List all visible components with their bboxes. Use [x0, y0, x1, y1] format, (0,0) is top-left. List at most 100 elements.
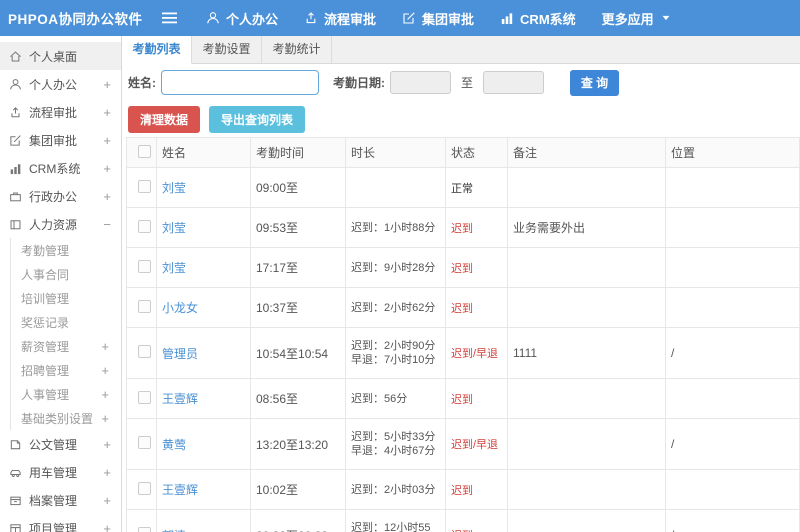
- caret-down-icon: [662, 15, 670, 21]
- row-checkbox[interactable]: [138, 299, 151, 313]
- sidebar-subitem-personnel-contract[interactable]: 人事合同: [11, 262, 121, 286]
- expand-icon[interactable]: +: [103, 522, 111, 532]
- expand-icon[interactable]: +: [103, 162, 111, 175]
- sidebar-subitem-label: 基础类别设置: [21, 411, 94, 426]
- sidebar-item-personal-office[interactable]: 个人办公 +: [0, 70, 121, 98]
- column-header-note: 备注: [507, 137, 666, 168]
- expand-icon[interactable]: +: [103, 190, 111, 203]
- duration-line: 迟到：2小时62分: [351, 301, 436, 314]
- sidebar-subitem-personnel-management[interactable]: 人事管理 +: [11, 382, 121, 406]
- employee-name-link[interactable]: 管理员: [162, 347, 198, 361]
- tab-attendance-list[interactable]: 考勤列表: [122, 36, 192, 64]
- employee-name-link[interactable]: 王壹辉: [162, 392, 198, 406]
- note-cell: [507, 287, 666, 328]
- row-checkbox[interactable]: [138, 527, 151, 532]
- row-checkbox[interactable]: [138, 179, 151, 193]
- expand-icon[interactable]: +: [103, 438, 111, 451]
- location-cell: /: [665, 509, 800, 532]
- sidebar-subitem-basic-category-settings[interactable]: 基础类别设置 +: [11, 406, 121, 430]
- expand-icon[interactable]: +: [101, 340, 109, 353]
- document-icon: [10, 439, 21, 449]
- sidebar-subitem-attendance-management[interactable]: 考勤管理: [11, 238, 121, 262]
- edit-icon: [10, 134, 21, 146]
- date-to-input[interactable]: [483, 71, 545, 94]
- clear-data-button[interactable]: 清理数据: [128, 105, 201, 133]
- sidebar-item-label: 人力资源: [29, 217, 78, 232]
- employee-name-link[interactable]: 郭清: [162, 529, 186, 532]
- duration-line: 迟到：9小时28分: [351, 261, 436, 274]
- row-checkbox[interactable]: [138, 219, 151, 233]
- row-checkbox[interactable]: [138, 390, 151, 404]
- export-list-button[interactable]: 导出查询列表: [209, 105, 306, 133]
- column-header-location: 位置: [665, 137, 800, 168]
- duration-line: 迟到：12小时55分: [351, 522, 431, 532]
- sidebar-item-human-resources[interactable]: 人力资源 −: [0, 210, 121, 238]
- sidebar-subitem-salary-management[interactable]: 薪资管理 +: [11, 334, 121, 358]
- query-button[interactable]: 查 询: [570, 69, 620, 96]
- expand-icon[interactable]: +: [101, 412, 109, 425]
- sidebar-item-vehicle-management[interactable]: 用车管理 +: [0, 458, 121, 486]
- duration-cell: 迟到：2小时90分 早退：7小时10分: [345, 327, 446, 379]
- table-row: 刘莹 09:53至 迟到：1小时88分 迟到 业务需要外出: [126, 207, 800, 248]
- nav-item-more-apps[interactable]: 更多应用: [602, 9, 672, 28]
- sidebar-subitem-label: 考勤管理: [21, 243, 70, 258]
- nav-item-label: 个人办公: [226, 11, 279, 27]
- attendance-time: 10:54至10:54: [250, 327, 346, 379]
- expand-icon[interactable]: +: [103, 134, 111, 147]
- duration-cell: 迟到：5小时33分 早退：4小时67分: [345, 418, 446, 470]
- employee-name-link[interactable]: 刘莹: [162, 181, 186, 195]
- expand-icon[interactable]: +: [103, 494, 111, 507]
- nav-item-group-approval[interactable]: 集团审批: [402, 9, 474, 28]
- tab-attendance-settings[interactable]: 考勤设置: [192, 36, 262, 63]
- book-icon: [10, 219, 21, 229]
- status-badge: 迟到: [451, 393, 473, 406]
- collapse-icon[interactable]: −: [103, 218, 111, 231]
- sidebar-subitem-recruitment-management[interactable]: 招聘管理 +: [11, 358, 121, 382]
- duration-line: 迟到：56分: [351, 392, 408, 405]
- sidebar: 个人桌面 个人办公 + 流程审批 + 集团审批 + CRM系统 + 行政办公 + 人力资源 − 考勤管理人…: [0, 36, 122, 532]
- sidebar-item-label: 个人办公: [29, 77, 78, 92]
- table-row: 小龙女 10:37至 迟到：2小时62分 迟到: [126, 287, 800, 328]
- row-checkbox[interactable]: [138, 345, 151, 358]
- duration-line: 早退：7小时10分: [351, 354, 436, 366]
- expand-icon[interactable]: +: [103, 106, 111, 119]
- sidebar-item-document-management[interactable]: 公文管理 +: [0, 430, 121, 458]
- sidebar-subitem-training-management[interactable]: 培训管理: [11, 286, 121, 310]
- sidebar-item-archive-management[interactable]: 档案管理 +: [0, 486, 121, 514]
- status-badge: 正常: [451, 182, 473, 195]
- sidebar-item-project-management[interactable]: 项目管理 +: [0, 514, 121, 532]
- action-bar: 清理数据 导出查询列表: [122, 101, 800, 137]
- sidebar-item-label: 流程审批: [29, 105, 78, 120]
- sidebar-item-crm-system[interactable]: CRM系统 +: [0, 154, 121, 182]
- employee-name-link[interactable]: 刘莹: [162, 221, 186, 235]
- sidebar-item-label: 用车管理: [29, 465, 78, 480]
- sidebar-item-workflow-approval[interactable]: 流程审批 +: [0, 98, 121, 126]
- tab-attendance-statistics[interactable]: 考勤统计: [262, 36, 332, 63]
- nav-item-crm-system[interactable]: CRM系统: [500, 9, 576, 28]
- nav-item-workflow-approval[interactable]: 流程审批: [304, 9, 376, 28]
- sidebar-item-personal-desktop[interactable]: 个人桌面: [0, 42, 121, 70]
- sidebar-item-group-approval[interactable]: 集团审批 +: [0, 126, 121, 154]
- date-from-input[interactable]: [390, 71, 451, 94]
- name-input[interactable]: [161, 70, 319, 95]
- menu-toggle-button[interactable]: [162, 11, 178, 25]
- nav-item-personal-office[interactable]: 个人办公: [206, 9, 278, 28]
- expand-icon[interactable]: +: [101, 364, 109, 377]
- expand-icon[interactable]: +: [101, 388, 109, 401]
- expand-icon[interactable]: +: [103, 78, 111, 91]
- row-checkbox[interactable]: [138, 436, 151, 449]
- employee-name-link[interactable]: 小龙女: [162, 301, 198, 315]
- row-checkbox[interactable]: [138, 481, 151, 495]
- sidebar-item-admin-office[interactable]: 行政办公 +: [0, 182, 121, 210]
- employee-name-link[interactable]: 王壹辉: [162, 483, 198, 497]
- employee-name-link[interactable]: 黄莺: [162, 438, 186, 452]
- briefcase-icon: [10, 191, 21, 201]
- select-all-checkbox[interactable]: [138, 144, 151, 158]
- note-cell: [507, 509, 666, 532]
- sidebar-subitem-reward-punishment-record[interactable]: 奖惩记录: [11, 310, 121, 334]
- expand-icon[interactable]: +: [103, 466, 111, 479]
- column-header-duration: 时长: [345, 137, 446, 168]
- employee-name-link[interactable]: 刘莹: [162, 261, 186, 275]
- row-checkbox[interactable]: [138, 259, 151, 273]
- column-header-status: 状态: [445, 137, 508, 168]
